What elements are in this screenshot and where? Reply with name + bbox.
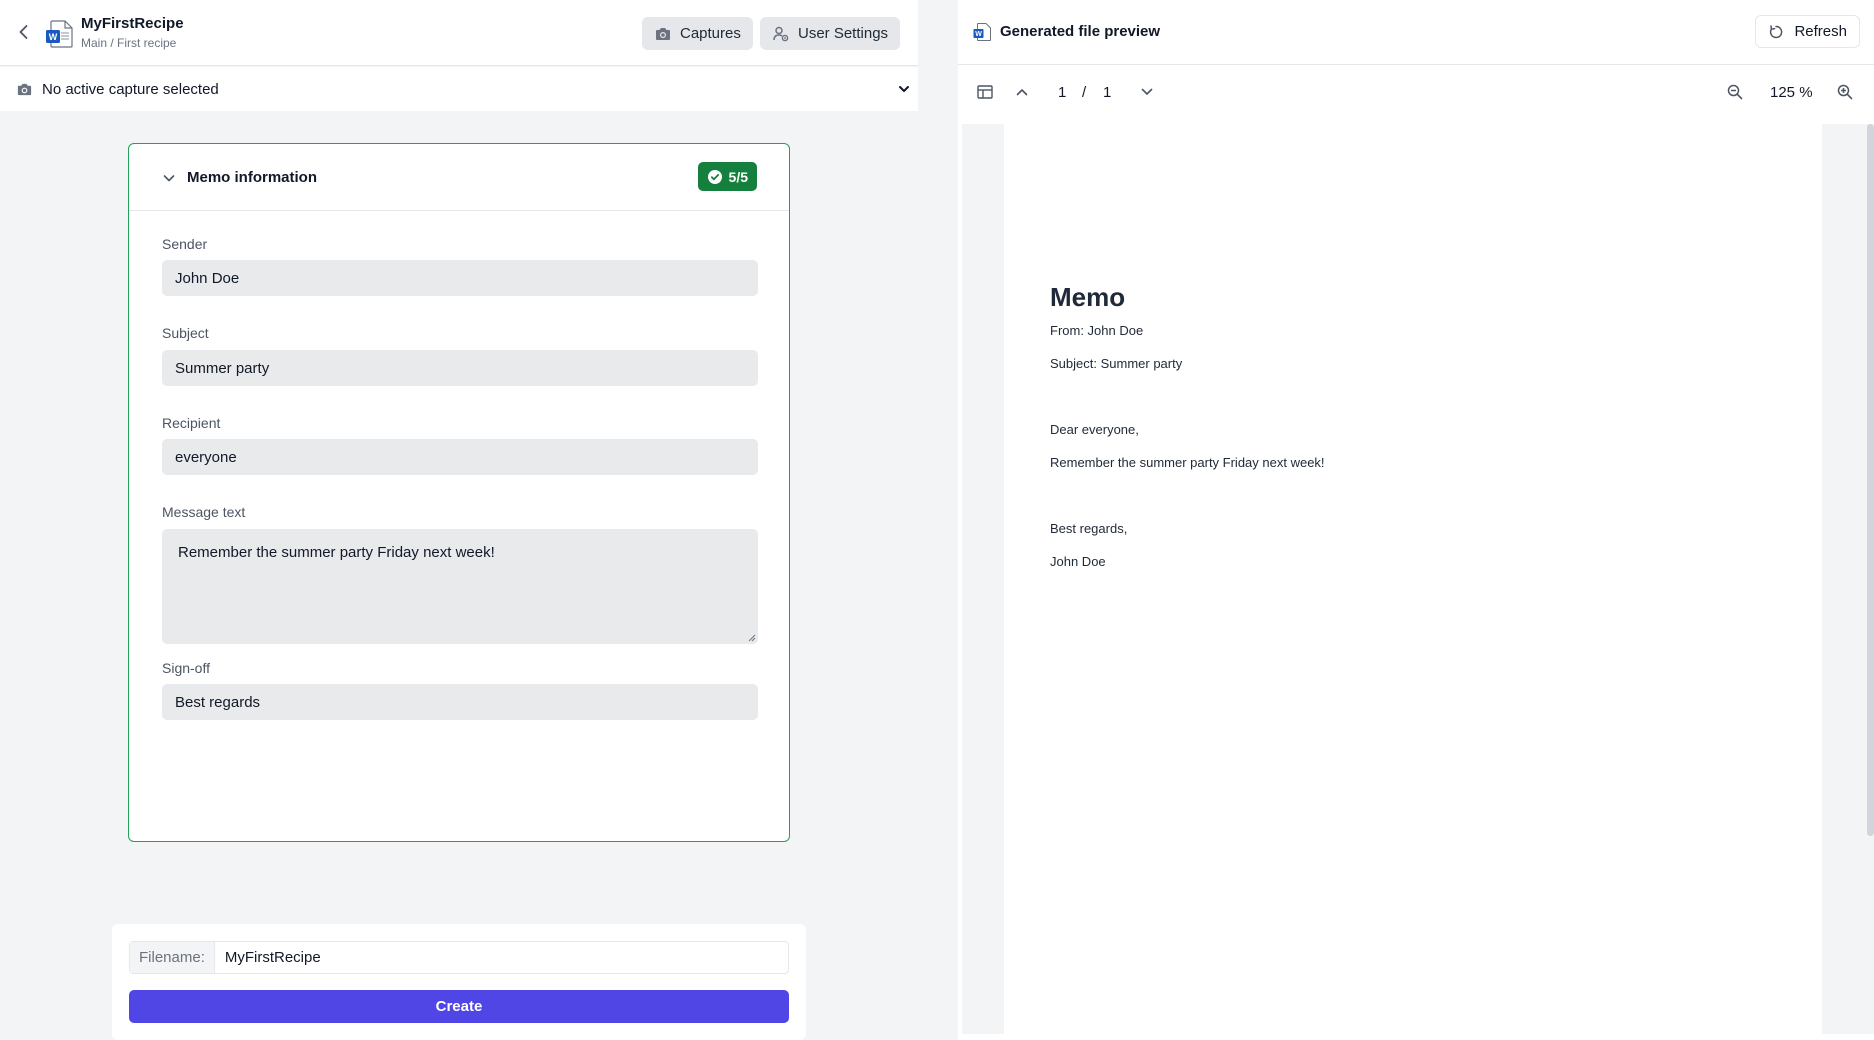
sender-input[interactable]: John Doe (162, 260, 758, 296)
refresh-button[interactable]: Refresh (1755, 15, 1860, 48)
document-page: Memo From: John Doe Subject: Summer part… (1004, 124, 1822, 1034)
memo-information-section: Memo information 5/5 Sender John Doe Sub… (128, 143, 790, 842)
sign-off-input[interactable]: Best regards (162, 684, 758, 720)
sign-off-label: Sign-off (162, 660, 210, 676)
section-title: Memo information (187, 169, 317, 186)
editor-pane: W MyFirstRecipe Main / First recipe Capt… (0, 0, 918, 1040)
message-text-input[interactable]: Remember the summer party Friday next we… (162, 529, 758, 644)
breadcrumb: Main / First recipe (81, 36, 177, 50)
filename-input[interactable]: MyFirstRecipe (215, 942, 321, 973)
filename-label: Filename: (130, 942, 215, 973)
document-closing: Best regards, (1050, 521, 1128, 536)
refresh-label: Refresh (1794, 23, 1847, 40)
svg-text:W: W (49, 32, 58, 42)
camera-icon (17, 83, 32, 95)
document-greeting: Dear everyone, (1050, 422, 1139, 437)
capture-selector-text: No active capture selected (42, 80, 219, 98)
preview-header: W Generated file preview Refresh (958, 0, 1874, 65)
app-title: MyFirstRecipe (81, 15, 184, 32)
document-signature: John Doe (1050, 554, 1106, 569)
next-page-icon[interactable] (1138, 83, 1156, 101)
user-settings-icon (773, 26, 789, 41)
previous-page-icon[interactable] (1013, 83, 1031, 101)
page-total: 1 (1103, 84, 1112, 101)
message-text-label: Message text (162, 504, 246, 520)
zoom-out-icon[interactable] (1726, 83, 1744, 101)
sidebar-toggle-icon[interactable] (976, 83, 994, 101)
completion-count: 5/5 (728, 168, 748, 185)
completion-badge: 5/5 (697, 162, 757, 191)
message-text-value: Remember the summer party Friday next we… (178, 544, 495, 561)
scrollbar-thumb[interactable] (1867, 124, 1874, 836)
page-separator: / (1082, 84, 1087, 101)
captures-label: Captures (680, 25, 741, 42)
resize-grip-icon[interactable] (748, 634, 756, 642)
user-settings-label: User Settings (798, 25, 889, 42)
create-button[interactable]: Create (129, 990, 789, 1023)
back-arrow-icon[interactable] (14, 22, 34, 42)
zoom-level: 125 % (1770, 84, 1813, 101)
recipient-input[interactable]: everyone (162, 439, 758, 475)
chevron-down-icon (899, 86, 909, 92)
check-circle-icon (707, 169, 722, 184)
subject-label: Subject (162, 325, 209, 341)
captures-button[interactable]: Captures (642, 17, 753, 50)
document-viewer[interactable]: Memo From: John Doe Subject: Summer part… (962, 124, 1867, 1034)
preview-pane: W Generated file preview Refresh 1 / 1 1… (958, 0, 1874, 1040)
document-heading: Memo (1050, 282, 1126, 312)
chevron-down-icon[interactable] (161, 170, 177, 186)
recipient-label: Recipient (162, 415, 221, 431)
camera-icon (656, 27, 670, 40)
section-header[interactable]: Memo information 5/5 (129, 144, 789, 211)
user-settings-button[interactable]: User Settings (760, 17, 901, 50)
document-subject-line: Subject: Summer party (1050, 356, 1183, 371)
create-footer: Filename: MyFirstRecipe Create (112, 924, 806, 1040)
zoom-in-icon[interactable] (1836, 83, 1854, 101)
page-current[interactable]: 1 (1058, 84, 1066, 101)
refresh-icon (1770, 24, 1783, 38)
capture-selector[interactable]: No active capture selected (0, 67, 918, 111)
sender-label: Sender (162, 236, 208, 252)
subject-input[interactable]: Summer party (162, 350, 758, 386)
word-document-icon: W (973, 23, 991, 41)
preview-title: Generated file preview (1000, 23, 1161, 40)
filename-field[interactable]: Filename: MyFirstRecipe (129, 941, 789, 974)
word-document-icon: W (46, 20, 73, 48)
document-from-line: From: John Doe (1050, 323, 1144, 338)
top-bar: W MyFirstRecipe Main / First recipe Capt… (0, 0, 918, 66)
svg-text:W: W (975, 31, 982, 38)
document-body: Remember the summer party Friday next we… (1050, 455, 1325, 470)
preview-toolbar: 1 / 1 125 % (958, 66, 1874, 122)
